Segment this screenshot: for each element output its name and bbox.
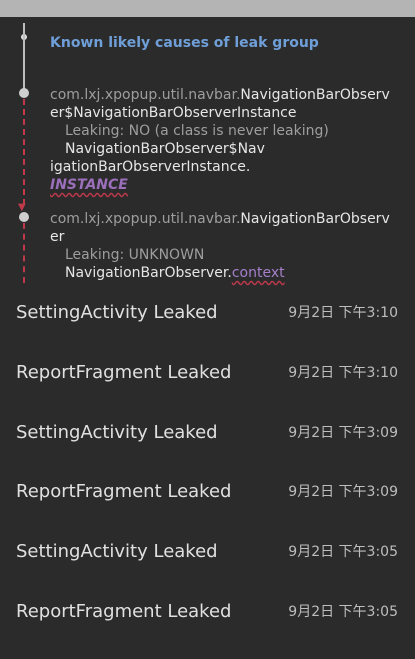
frame-class-line1: NavigationBarObserv bbox=[240, 87, 390, 103]
trace-frame-1[interactable]: com.lxj.xpopup.util.navbar.NavigationBar… bbox=[50, 86, 390, 194]
leak-title: ReportFragment Leaked bbox=[16, 600, 232, 622]
leak-title: ReportFragment Leaked bbox=[16, 480, 232, 502]
trace-node-1 bbox=[19, 88, 29, 98]
leak-list-item[interactable]: SettingActivity Leaked 9月2日 下午3:09 bbox=[0, 402, 415, 462]
leak-list-item[interactable]: SettingActivity Leaked 9月2日 下午3:05 bbox=[0, 521, 415, 581]
leak-trace-card: ▼ Known likely causes of leak group com.… bbox=[0, 17, 415, 285]
leak-time: 9月2日 下午3:09 bbox=[288, 425, 398, 441]
leak-title: SettingActivity Leaked bbox=[16, 540, 218, 562]
frame-field-instance: INSTANCE bbox=[50, 177, 128, 193]
top-scroll-edge bbox=[0, 0, 415, 17]
frame-class-line1: NavigationBarObserv bbox=[240, 211, 390, 227]
leak-title: ReportFragment Leaked bbox=[16, 361, 232, 383]
leak-title: SettingActivity Leaked bbox=[16, 421, 218, 443]
leak-list-item[interactable]: ReportFragment Leaked 9月2日 下午3:10 bbox=[0, 342, 415, 402]
frame-class-line2: er bbox=[50, 229, 65, 245]
leak-title: SettingActivity Leaked bbox=[16, 301, 218, 323]
frame-leaking-status: Leaking: UNKNOWN bbox=[65, 247, 205, 263]
leak-list-item[interactable]: SettingActivity Leaked 9月2日 下午3:10 bbox=[0, 282, 415, 342]
frame-reference-line1: NavigationBarObserver$Nav bbox=[65, 141, 265, 157]
frame-package: com.lxj.xpopup.util.navbar. bbox=[50, 87, 241, 103]
leak-time: 9月2日 下午3:05 bbox=[288, 604, 398, 620]
leak-time: 9月2日 下午3:09 bbox=[288, 484, 398, 500]
frame-class-line2: er$NavigationBarObserverInstance bbox=[50, 105, 297, 121]
trace-line-dashed-1 bbox=[23, 99, 25, 205]
leak-time: 9月2日 下午3:10 bbox=[288, 305, 398, 321]
leak-list-item[interactable]: ReportFragment Leaked 9月2日 下午3:05 bbox=[0, 581, 415, 641]
trace-line-dashed-2 bbox=[23, 223, 25, 283]
frame-package: com.lxj.xpopup.util.navbar. bbox=[50, 211, 241, 227]
leak-group-title: Known likely causes of leak group bbox=[50, 35, 319, 51]
leak-time: 9月2日 下午3:10 bbox=[288, 365, 398, 381]
trace-frame-2[interactable]: com.lxj.xpopup.util.navbar.NavigationBar… bbox=[50, 210, 390, 282]
frame-field-context: context bbox=[231, 265, 285, 281]
frame-reference: NavigationBarObserver. bbox=[65, 265, 232, 281]
frame-reference-line2: igationBarObserverInstance. bbox=[50, 159, 251, 175]
trace-line-solid bbox=[23, 23, 25, 89]
leak-time: 9月2日 下午3:05 bbox=[288, 544, 398, 560]
trace-node-2 bbox=[19, 212, 29, 222]
leak-list-item[interactable]: ReportFragment Leaked 9月2日 下午3:09 bbox=[0, 461, 415, 521]
frame-leaking-status: Leaking: NO (a class is never leaking) bbox=[65, 123, 329, 139]
